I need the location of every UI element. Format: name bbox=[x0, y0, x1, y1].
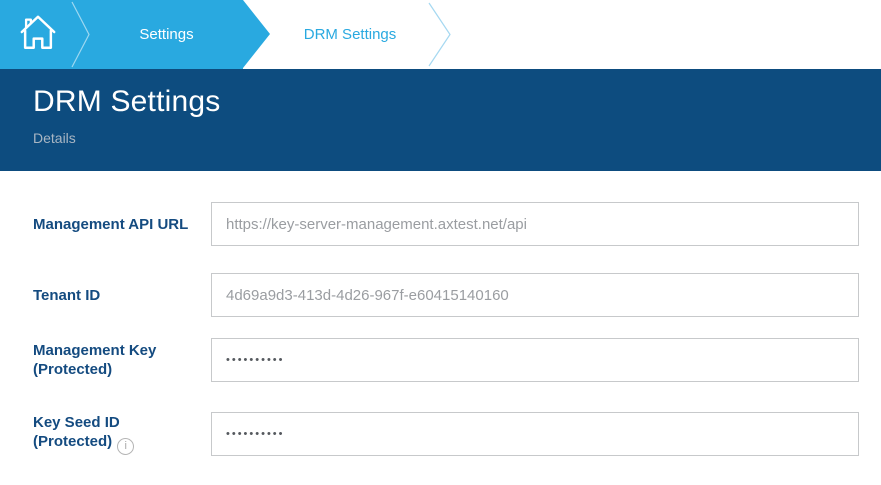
breadcrumb-separator-icon bbox=[71, 0, 91, 69]
form-row-management-api-url: Management API URL bbox=[33, 202, 859, 246]
breadcrumb-home[interactable] bbox=[0, 0, 76, 69]
form-row-tenant-id: Tenant ID bbox=[33, 273, 859, 317]
breadcrumb-arrow bbox=[243, 0, 270, 68]
page-header: DRM Settings Details bbox=[0, 69, 881, 171]
breadcrumb: Settings DRM Settings bbox=[0, 0, 881, 69]
drm-settings-form: Management API URL Tenant ID Management … bbox=[0, 171, 881, 456]
field-label: Key Seed ID (Protected)i bbox=[33, 413, 211, 455]
home-icon bbox=[17, 12, 59, 57]
field-label: Tenant ID bbox=[33, 286, 211, 305]
page-subtitle: Details bbox=[33, 130, 881, 146]
page-title: DRM Settings bbox=[33, 84, 881, 120]
field-label: Management API URL bbox=[33, 215, 211, 234]
breadcrumb-item-drm-settings[interactable]: DRM Settings bbox=[270, 0, 430, 69]
tenant-id-input[interactable] bbox=[211, 273, 859, 317]
form-row-key-seed-id: Key Seed ID (Protected)i bbox=[33, 412, 859, 456]
breadcrumb-item-settings[interactable]: Settings bbox=[90, 0, 243, 69]
field-label-text: Key Seed ID (Protected) bbox=[33, 414, 120, 450]
info-icon[interactable]: i bbox=[117, 438, 134, 455]
breadcrumb-chevron-icon bbox=[427, 0, 453, 69]
key-seed-id-input[interactable] bbox=[211, 412, 859, 456]
management-api-url-input[interactable] bbox=[211, 202, 859, 246]
field-label: Management Key (Protected) bbox=[33, 341, 211, 379]
form-row-management-key: Management Key (Protected) bbox=[33, 338, 859, 382]
management-key-input[interactable] bbox=[211, 338, 859, 382]
